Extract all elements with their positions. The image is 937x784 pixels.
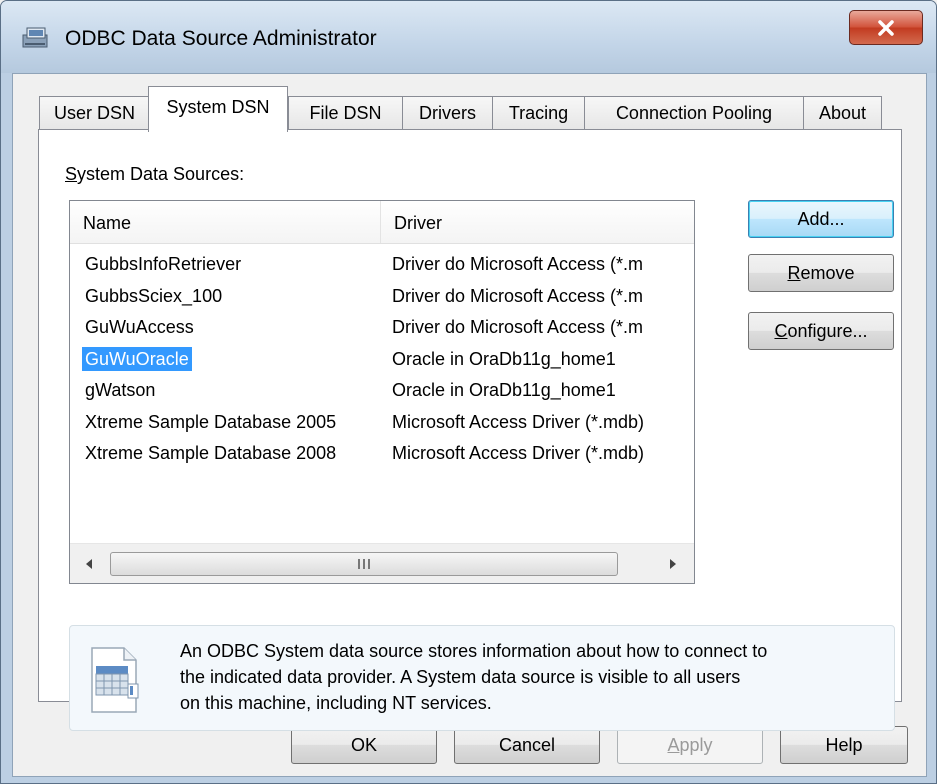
database-document-icon [91,647,139,713]
mnemonic-c: C [774,321,788,341]
dialog-client-area: User DSN System DSN File DSN Drivers Tra… [12,73,927,777]
tab-drivers[interactable]: Drivers [402,96,493,130]
mnemonic-s: S [65,164,78,184]
list-header: Name Driver [70,201,694,244]
list-item-driver: Microsoft Access Driver (*.mdb) [392,411,645,432]
mnemonic-a: A [667,735,680,755]
list-item[interactable]: gWatson Oracle in OraDb11g_home1 [70,375,694,406]
list-item[interactable]: GubbsSciex_100 Driver do Microsoft Access… [70,281,694,312]
tab-file-dsn[interactable]: File DSN [288,96,403,130]
horizontal-scrollbar[interactable] [70,543,694,583]
list-item-driver: Microsoft Access Driver (*.mdb) [392,443,645,463]
configure-button[interactable]: Configure... [748,312,894,350]
info-line: the indicated data provider. A System da… [180,667,741,687]
list-item-name-text: Xtreme Sample Database 2005 [85,411,337,432]
list-item[interactable]: GuWuAccess Driver do Microsoft Access (*.… [70,312,694,343]
list-item-name: gWatson [82,375,381,405]
remove-button[interactable]: Remove [748,254,894,292]
tab-about[interactable]: About [803,96,882,130]
list-item[interactable]: Xtreme Sample Database 2005 Microsoft Acc… [70,407,694,438]
ok-button[interactable]: OK [291,726,437,764]
info-text: An ODBC System data source stores inform… [180,638,880,716]
add-button[interactable]: Add... [748,200,894,238]
column-header-name[interactable]: Name [70,201,380,243]
configure-label-rest: onfigure... [787,321,868,341]
list-item-name: Xtreme Sample Database 2005 [82,407,381,437]
window-title: ODBC Data Source Administrator [65,27,377,50]
list-item-driver: Oracle in OraDb11g_home1 [392,380,616,400]
title-bar[interactable]: ODBC Data Source Administrator [1,1,936,73]
list-item-driver: Driver do Microsoft Access (*.m [392,254,644,274]
list-item-name-text: GubbsSciex_100 [85,285,223,306]
tab-user-dsn[interactable]: User DSN [39,96,150,130]
list-item-name: GuWuAccess [82,312,381,342]
data-source-list[interactable]: Name Driver GubbsInfoRetriever Driver do … [69,200,695,584]
mnemonic-r: R [787,263,801,283]
system-data-sources-label: System Data Sources: [65,164,244,185]
scroll-thumb[interactable] [110,552,618,576]
list-item-name: GubbsInfoRetriever [82,249,381,279]
column-header-driver[interactable]: Driver [381,201,694,243]
list-item-name: GubbsSciex_100 [82,281,381,311]
list-item-name-text: GuWuOracle [82,346,192,371]
list-item-driver: Driver do Microsoft Access (*.m [392,285,644,306]
list-item[interactable]: Xtreme Sample Database 2008 Microsoft Acc… [70,438,694,469]
apply-label-rest: pply [679,735,713,755]
list-item[interactable]: GubbsInfoRetriever Driver do Microsoft Ac… [70,249,694,280]
list-item-name: Xtreme Sample Database 2008 [82,438,381,468]
tab-connection-pooling[interactable]: Connection Pooling [584,96,804,130]
tab-tracing[interactable]: Tracing [492,96,585,130]
scroll-left-button[interactable] [74,549,104,579]
help-button[interactable]: Help [780,726,908,764]
odbc-admin-window: ODBC Data Source Administrator User DSN … [0,0,937,784]
label-rest: ystem Data Sources: [77,164,245,184]
list-item-name-text: GuWuAccess [85,317,194,337]
close-icon [878,19,894,36]
info-line: An ODBC System data source stores inform… [180,641,768,661]
list-item-name: GuWuOracle [82,344,381,374]
remove-label-rest: emove [800,263,855,283]
scroll-grip-icon [358,559,370,569]
close-button[interactable] [849,10,923,45]
list-item-name-text: gWatson [85,380,156,400]
apply-button[interactable]: Apply [617,726,763,764]
list-item-name-text: GubbsInfoRetriever [85,254,242,274]
info-box: An ODBC System data source stores inform… [69,625,895,731]
scroll-right-button[interactable] [658,549,688,579]
scroll-left-arrow-icon [86,559,92,569]
list-item-driver: Driver do Microsoft Access (*.m [392,317,644,337]
tab-system-dsn[interactable]: System DSN [148,86,288,132]
scroll-right-arrow-icon [670,559,676,569]
odbc-app-icon [22,27,48,48]
cancel-button[interactable]: Cancel [454,726,600,764]
list-item-name-text: Xtreme Sample Database 2008 [85,443,337,463]
info-line: on this machine, including NT services. [180,693,492,713]
system-dsn-panel: System Data Sources: Name Driver GubbsIn… [38,129,902,731]
list-item-driver: Oracle in OraDb11g_home1 [392,348,616,369]
list-item[interactable]: GuWuOracle Oracle in OraDb11g_home1 [70,344,694,375]
